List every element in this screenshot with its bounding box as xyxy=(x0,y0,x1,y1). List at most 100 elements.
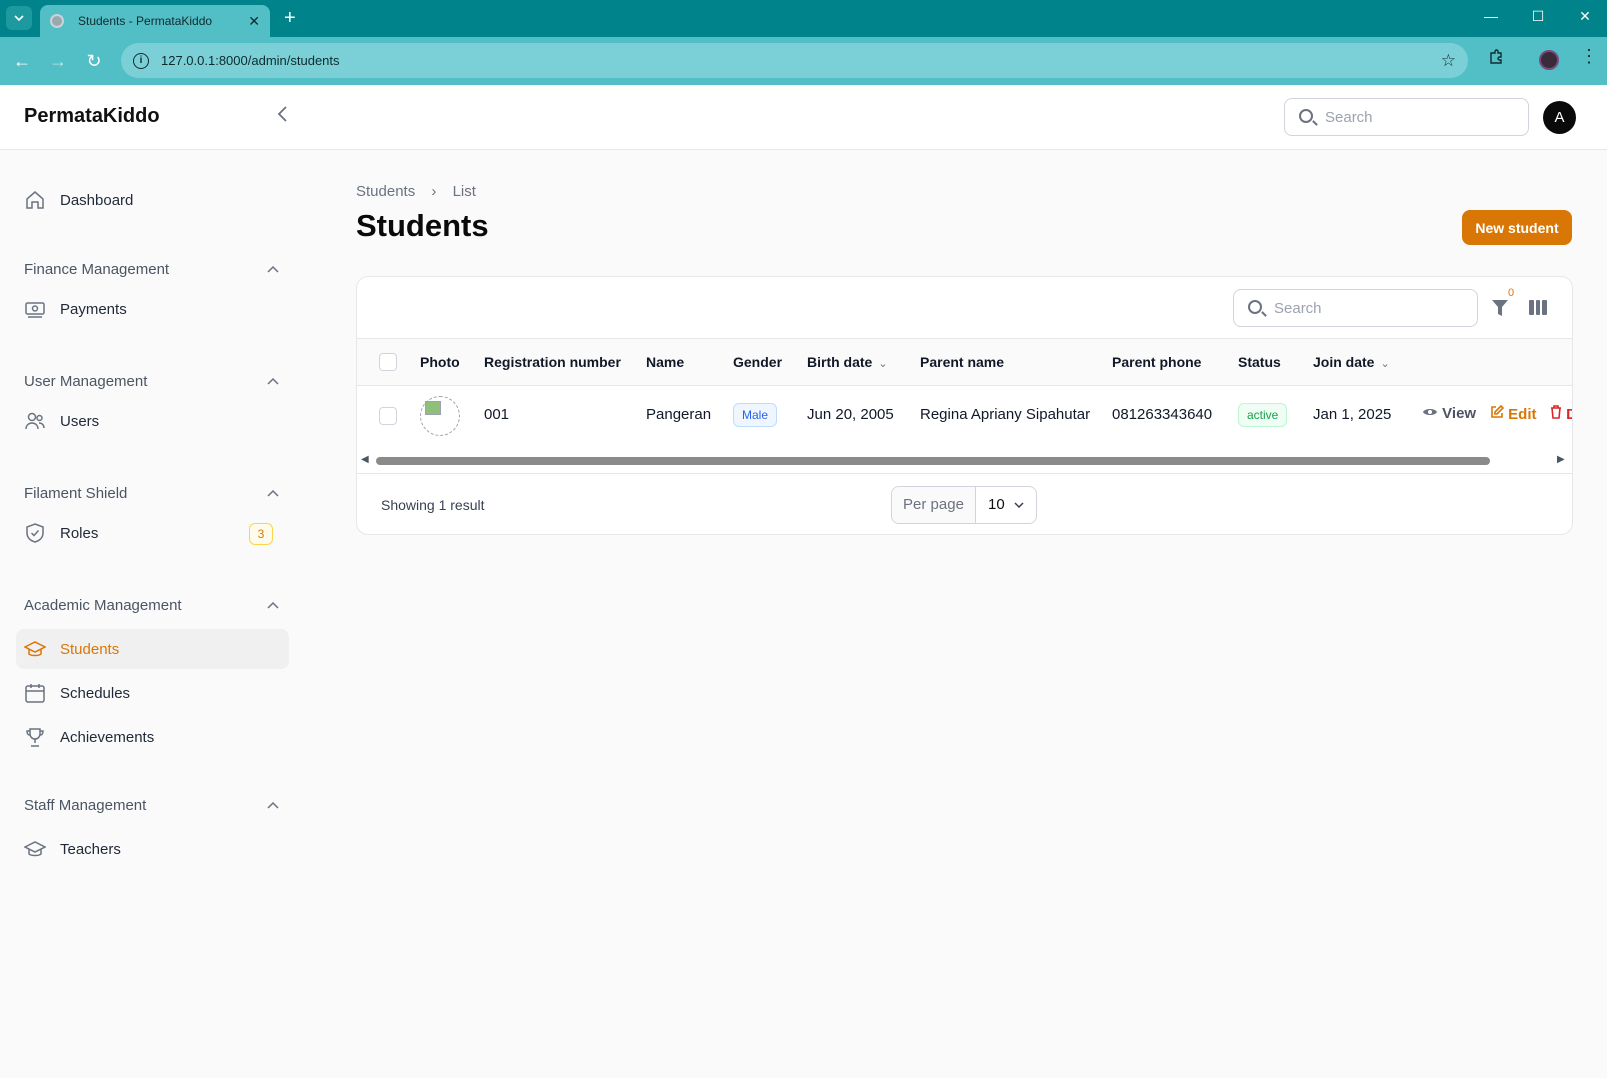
trash-icon xyxy=(1551,405,1561,419)
brand-logo[interactable]: PermataKiddo xyxy=(24,105,160,128)
group-label-text: Academic Management xyxy=(24,597,182,614)
column-header-join-date[interactable]: Join date ⌄ xyxy=(1313,354,1390,370)
scrollbar-thumb[interactable] xyxy=(376,457,1490,465)
results-count: Showing 1 result xyxy=(381,497,485,513)
cell-join-date: Jan 1, 2025 xyxy=(1313,406,1392,423)
column-header-status: Status xyxy=(1238,354,1281,370)
chevron-left-icon xyxy=(277,106,287,122)
user-avatar[interactable]: A xyxy=(1543,101,1576,134)
extensions-icon[interactable] xyxy=(1488,49,1504,70)
filter-icon[interactable] xyxy=(1492,299,1508,317)
sidebar-item-label: Dashboard xyxy=(60,191,134,209)
global-search[interactable] xyxy=(1284,98,1529,136)
chevron-up-icon[interactable] xyxy=(267,797,279,812)
back-button[interactable]: ← xyxy=(10,49,34,73)
table-footer: Showing 1 result Per page 10 xyxy=(357,473,1572,534)
table-row[interactable]: 001 Pangeran Male Jun 20, 2005 Regina Ap… xyxy=(357,386,1572,446)
address-bar[interactable]: i 127.0.0.1:8000/admin/students ☆ xyxy=(121,43,1468,78)
view-action[interactable]: View xyxy=(1422,405,1476,422)
globe-icon xyxy=(50,14,64,28)
chevron-down-icon xyxy=(1014,487,1024,523)
table-search-input[interactable] xyxy=(1274,298,1464,318)
maximize-button[interactable]: ☐ xyxy=(1523,8,1553,25)
column-header-birth-date[interactable]: Birth date ⌄ xyxy=(807,354,888,370)
bookmark-star-icon[interactable]: ☆ xyxy=(1441,51,1456,71)
minimize-button[interactable]: — xyxy=(1476,8,1506,24)
delete-action-label: D xyxy=(1566,406,1572,423)
horizontal-scrollbar[interactable]: ◀ ▶ xyxy=(357,454,1572,468)
table-search[interactable] xyxy=(1233,289,1478,327)
cell-parent-name: Regina Apriany Sipahutar xyxy=(920,406,1091,423)
global-search-input[interactable] xyxy=(1325,107,1515,127)
edit-action-label: Edit xyxy=(1508,406,1537,423)
sidebar-item-label: Achievements xyxy=(60,728,155,746)
per-page-select[interactable]: Per page 10 xyxy=(891,486,1037,524)
tab-search-button[interactable] xyxy=(6,6,32,30)
banknotes-icon xyxy=(24,298,46,320)
browser-profile-avatar[interactable] xyxy=(1539,50,1559,70)
per-page-label: Per page xyxy=(892,487,976,523)
chevron-right-icon: › xyxy=(431,183,437,200)
cell-registration-number: 001 xyxy=(484,406,510,423)
group-label-text: Finance Management xyxy=(24,261,170,278)
filter-count-badge: 0 xyxy=(1508,287,1515,299)
pencil-square-icon xyxy=(1491,404,1505,418)
url-text[interactable]: 127.0.0.1:8000/admin/students xyxy=(161,53,1441,68)
group-label-text: Staff Management xyxy=(24,797,147,814)
reload-button[interactable]: ↻ xyxy=(82,49,106,73)
breadcrumb-students[interactable]: Students xyxy=(356,183,415,200)
chevron-up-icon[interactable] xyxy=(267,261,279,276)
tab-close-icon[interactable]: ✕ xyxy=(248,13,260,30)
select-all-checkbox[interactable] xyxy=(379,353,397,371)
sidebar-item-users[interactable]: Users xyxy=(16,401,289,441)
trophy-icon xyxy=(24,726,46,748)
group-label-text: Filament Shield xyxy=(24,485,128,502)
shield-check-icon xyxy=(24,522,46,544)
sidebar-item-label: Roles xyxy=(60,524,99,542)
per-page-value[interactable]: 10 xyxy=(976,487,1036,523)
student-photo xyxy=(420,396,460,436)
sidebar-item-payments[interactable]: Payments xyxy=(16,289,289,329)
sidebar-group-shield[interactable]: Filament Shield xyxy=(24,485,279,502)
window-close-button[interactable]: ✕ xyxy=(1570,8,1600,25)
app-topbar: PermataKiddo A xyxy=(0,85,1607,150)
sidebar-item-roles[interactable]: Roles 3 xyxy=(16,513,289,553)
roles-count-badge: 3 xyxy=(249,523,273,545)
page-title: Students xyxy=(356,208,489,243)
delete-action[interactable]: D xyxy=(1550,405,1572,423)
chevron-down-icon xyxy=(14,15,24,21)
columns-icon[interactable] xyxy=(1529,300,1548,315)
view-action-label: View xyxy=(1442,405,1477,422)
sidebar-item-teachers[interactable]: Teachers xyxy=(16,829,289,869)
column-header-registration: Registration number xyxy=(484,354,621,370)
site-info-icon[interactable]: i xyxy=(133,52,149,69)
sidebar-group-finance[interactable]: Finance Management xyxy=(24,261,279,278)
chevron-up-icon[interactable] xyxy=(267,597,279,612)
chevron-up-icon[interactable] xyxy=(267,373,279,388)
cell-name: Pangeran xyxy=(646,406,712,423)
eye-icon xyxy=(1423,409,1437,415)
column-header-name: Name xyxy=(646,354,685,370)
scroll-right-icon[interactable]: ▶ xyxy=(1557,454,1565,465)
new-student-button[interactable]: New student xyxy=(1462,210,1572,245)
sidebar-group-user[interactable]: User Management xyxy=(24,373,279,390)
browser-menu-icon[interactable]: ⋮ xyxy=(1580,46,1598,67)
search-icon xyxy=(1248,300,1262,314)
collapse-sidebar-button[interactable] xyxy=(276,105,288,129)
new-tab-button[interactable]: + xyxy=(284,6,296,30)
edit-action[interactable]: Edit xyxy=(1490,404,1537,423)
sidebar-item-dashboard[interactable]: Dashboard xyxy=(16,180,289,220)
row-checkbox[interactable] xyxy=(379,407,397,425)
calendar-icon xyxy=(24,682,46,704)
sidebar-group-staff[interactable]: Staff Management xyxy=(24,797,279,814)
sidebar-item-schedules[interactable]: Schedules xyxy=(16,673,289,713)
chevron-up-icon[interactable] xyxy=(267,485,279,500)
sidebar-item-achievements[interactable]: Achievements xyxy=(16,717,289,757)
academic-cap-icon xyxy=(24,838,46,860)
browser-tab[interactable]: Students - PermataKiddo ✕ xyxy=(40,5,270,37)
browser-tabstrip: Students - PermataKiddo ✕ + — ☐ ✕ xyxy=(0,0,1607,37)
scroll-left-icon[interactable]: ◀ xyxy=(361,454,369,465)
sidebar-item-students[interactable]: Students xyxy=(16,629,289,669)
sidebar-group-academic[interactable]: Academic Management xyxy=(24,597,279,614)
forward-button[interactable]: → xyxy=(46,49,70,73)
